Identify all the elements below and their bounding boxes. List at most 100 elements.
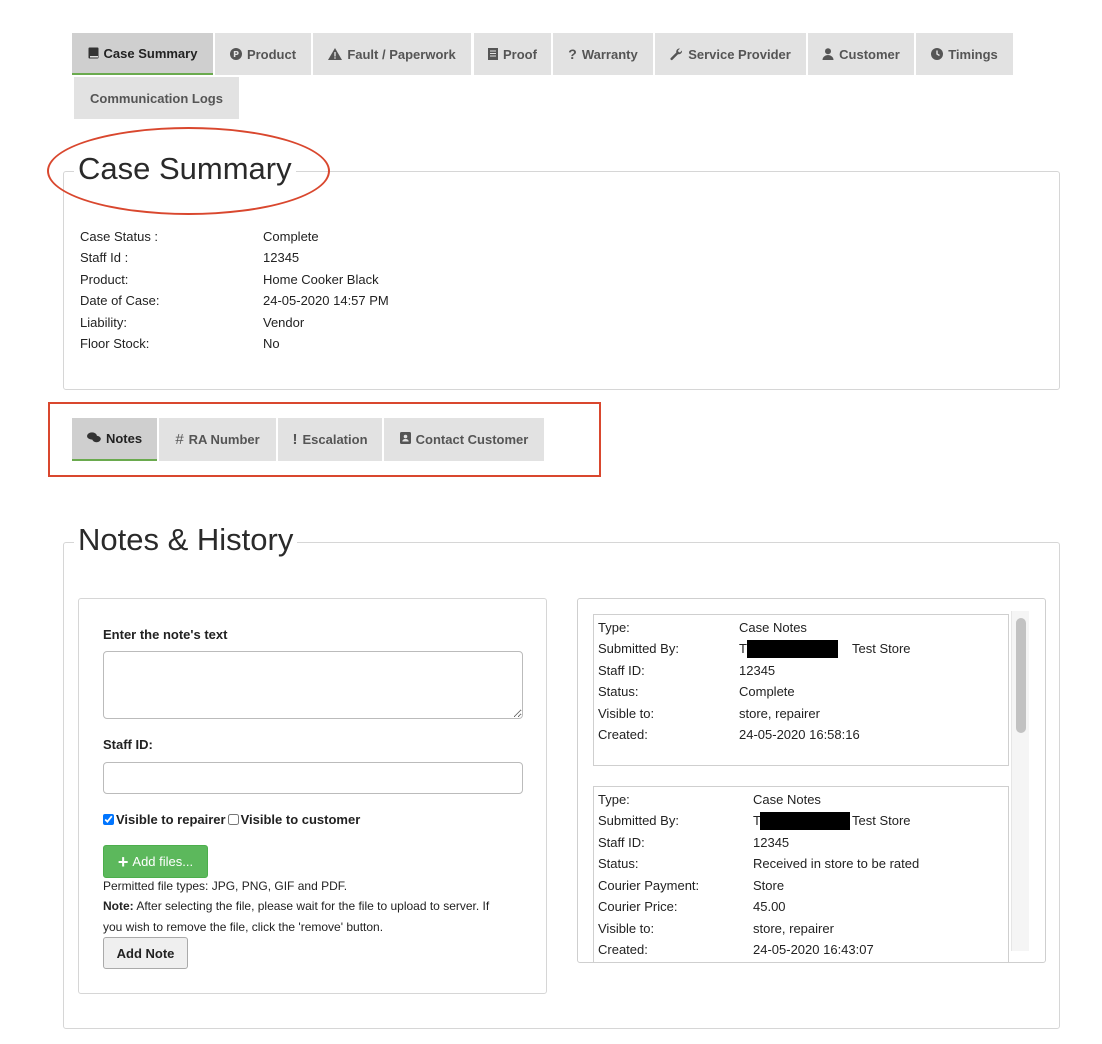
tab-label: Case Summary <box>103 45 198 61</box>
exclamation-icon: ! <box>292 431 298 448</box>
note-text-line-1: After selecting the file, please wait fo… <box>133 899 490 913</box>
plus-icon: + <box>117 851 129 872</box>
tab-label: Customer <box>839 46 900 62</box>
tab-label: Warranty <box>581 46 638 62</box>
visible-to-repairer-checkbox[interactable] <box>103 814 114 825</box>
tab-service-provider[interactable]: Service Provider <box>655 33 806 75</box>
notes-history-title: Notes & History <box>74 522 298 558</box>
subtab-label: RA Number <box>188 432 260 447</box>
entry-type-label: Type: <box>598 792 630 807</box>
tab-label: Proof <box>503 46 537 62</box>
entry-visible-value: store, repairer <box>739 706 820 721</box>
tab-label: Service Provider <box>688 46 791 62</box>
notes-history-list[interactable]: Type: Case Notes Submitted By: T Test St… <box>577 598 1046 963</box>
tab-product[interactable]: P Product <box>215 33 311 75</box>
entry-type-value: Case Notes <box>739 620 807 635</box>
date-of-case-value: 24-05-2020 14:57 PM <box>263 293 389 308</box>
tab-communication-logs[interactable]: Communication Logs <box>74 77 239 119</box>
subtab-contact-customer[interactable]: Contact Customer <box>384 418 544 461</box>
case-status-label: Case Status : <box>80 229 159 244</box>
clock-icon <box>931 48 944 60</box>
entry-submitted-label: Submitted By: <box>598 641 679 656</box>
tab-label: Timings <box>948 46 998 62</box>
book-icon <box>88 47 99 59</box>
add-note-button[interactable]: Add Note <box>103 937 188 969</box>
entry-submitted-prefix: T <box>739 641 747 656</box>
document-icon <box>488 48 499 60</box>
date-of-case-label: Date of Case: <box>80 293 160 308</box>
staff-id-field-label: Staff ID: <box>103 737 153 752</box>
entry-staff-id-label: Staff ID: <box>598 663 645 678</box>
tab-proof[interactable]: Proof <box>474 33 551 75</box>
liability-label: Liability: <box>80 315 127 330</box>
entry-status-label: Status: <box>598 684 639 699</box>
liability-value: Vendor <box>263 315 305 330</box>
entry-type-label: Type: <box>598 620 630 635</box>
staff-id-input[interactable] <box>103 762 523 794</box>
floor-stock-label: Floor Stock: <box>80 336 150 351</box>
visibility-options: Visible to repairer Visible to customer <box>103 812 360 827</box>
product-label: Product: <box>80 272 129 287</box>
entry-created-value: 24-05-2020 16:43:07 <box>753 942 874 957</box>
floor-stock-value: No <box>263 336 280 351</box>
entry-staff-id-value: 12345 <box>753 835 790 850</box>
annotation-ellipse <box>47 127 330 215</box>
visible-to-customer-checkbox[interactable] <box>227 814 239 825</box>
question-icon: ? <box>568 46 577 62</box>
redaction-bar <box>747 640 838 658</box>
entry-created-label: Created: <box>598 942 648 957</box>
note-textarea[interactable] <box>103 651 523 719</box>
product-circle-icon: P <box>229 48 242 60</box>
entry-submitted-label: Submitted By: <box>598 813 679 828</box>
subtab-notes[interactable]: Notes <box>72 418 157 461</box>
entry-courier-price-label: Courier Price: <box>598 899 678 914</box>
upload-note: Note: After selecting the file, please w… <box>103 896 489 916</box>
entry-submitted-value: Test Store <box>852 813 911 828</box>
tab-warranty[interactable]: ? Warranty <box>553 33 653 75</box>
wrench-icon <box>670 47 683 61</box>
user-icon <box>822 48 834 60</box>
tab-label: Product <box>246 46 297 62</box>
add-files-button[interactable]: + Add files... <box>103 845 208 878</box>
tab-label: Fault / Paperwork <box>347 46 456 62</box>
subtab-label: Notes <box>105 431 143 446</box>
redaction-bar <box>760 812 850 830</box>
chat-icon <box>86 431 101 446</box>
subtab-ra-number[interactable]: # RA Number <box>159 418 276 461</box>
contact-card-icon <box>399 432 411 447</box>
history-entry: Type: Case Notes Submitted By: T Test St… <box>593 786 1009 962</box>
entry-visible-label: Visible to: <box>598 921 655 936</box>
case-status-value: Complete <box>263 229 319 244</box>
entry-created-label: Created: <box>598 727 648 742</box>
entry-courier-payment-value: Store <box>753 878 785 893</box>
subtab-label: Escalation <box>302 432 368 447</box>
hash-icon: # <box>175 431 184 448</box>
entry-courier-payment-label: Courier Payment: <box>598 878 700 893</box>
entry-submitted-value: Test Store <box>852 641 911 656</box>
tab-fault-paperwork[interactable]: Fault / Paperwork <box>313 33 471 75</box>
history-entry: Type: Case Notes Submitted By: T Test St… <box>593 614 1009 766</box>
add-files-label: Add files... <box>132 854 194 869</box>
entry-staff-id-value: 12345 <box>739 663 776 678</box>
product-value: Home Cooker Black <box>263 272 379 287</box>
staff-id-value: 12345 <box>263 250 300 265</box>
entry-status-value: Received in store to be rated <box>753 856 920 871</box>
entry-created-value: 24-05-2020 16:58:16 <box>739 727 860 742</box>
tab-timings[interactable]: Timings <box>916 33 1013 75</box>
upload-note-line-2: you wish to remove the file, click the '… <box>103 920 384 934</box>
subtab-escalation[interactable]: ! Escalation <box>278 418 382 461</box>
permitted-file-types: Permitted file types: JPG, PNG, GIF and … <box>103 879 348 893</box>
subtab-label: Contact Customer <box>415 432 529 447</box>
staff-id-label: Staff Id : <box>80 250 129 265</box>
tab-case-summary[interactable]: Case Summary <box>72 33 213 75</box>
visible-to-customer-label: Visible to customer <box>240 812 361 827</box>
visible-to-repairer-label: Visible to repairer <box>116 812 226 827</box>
tab-customer[interactable]: Customer <box>808 33 914 75</box>
entry-visible-label: Visible to: <box>598 706 655 721</box>
entry-status-value: Complete <box>739 684 795 699</box>
entry-visible-value: store, repairer <box>753 921 834 936</box>
history-scrollbar-thumb[interactable] <box>1016 618 1026 733</box>
entry-status-label: Status: <box>598 856 639 871</box>
warning-icon <box>328 48 343 60</box>
entry-type-value: Case Notes <box>753 792 821 807</box>
